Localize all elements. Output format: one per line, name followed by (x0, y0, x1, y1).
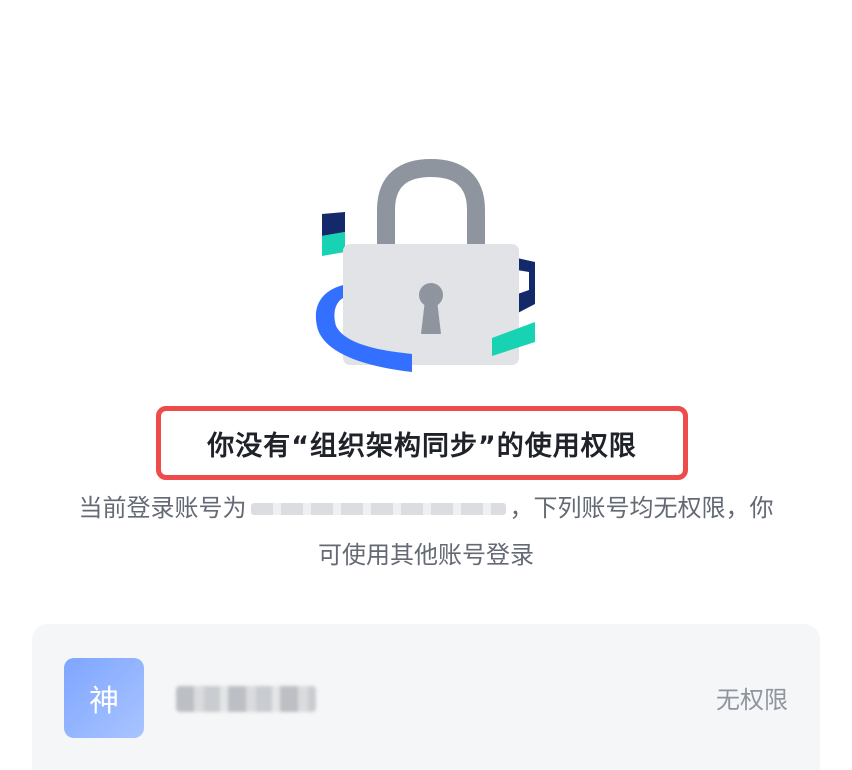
title-highlight-box: 你没有“组织架构同步”的使用权限 (156, 406, 688, 480)
current-account-redacted (250, 503, 506, 515)
status-badge: 无权限 (716, 686, 788, 714)
avatar: 神 (64, 658, 144, 738)
description-prefix: 当前登录账号为 (78, 494, 247, 522)
page-title: 你没有“组织架构同步”的使用权限 (207, 430, 637, 462)
description-suffix: ，下列账号均无权限，你 (509, 494, 774, 522)
account-list-item[interactable]: 神 无权限 (32, 624, 820, 770)
account-name-redacted (176, 686, 316, 712)
description-line-2: 可使用其他账号登录 (318, 541, 534, 569)
no-permission-page: 你没有“组织架构同步”的使用权限 当前登录账号为 ，下列账号均无权限，你 可使用其… (0, 0, 852, 770)
description-line-1: 当前登录账号为 ，下列账号均无权限，你 (0, 488, 852, 523)
lock-illustration-icon (315, 158, 535, 372)
